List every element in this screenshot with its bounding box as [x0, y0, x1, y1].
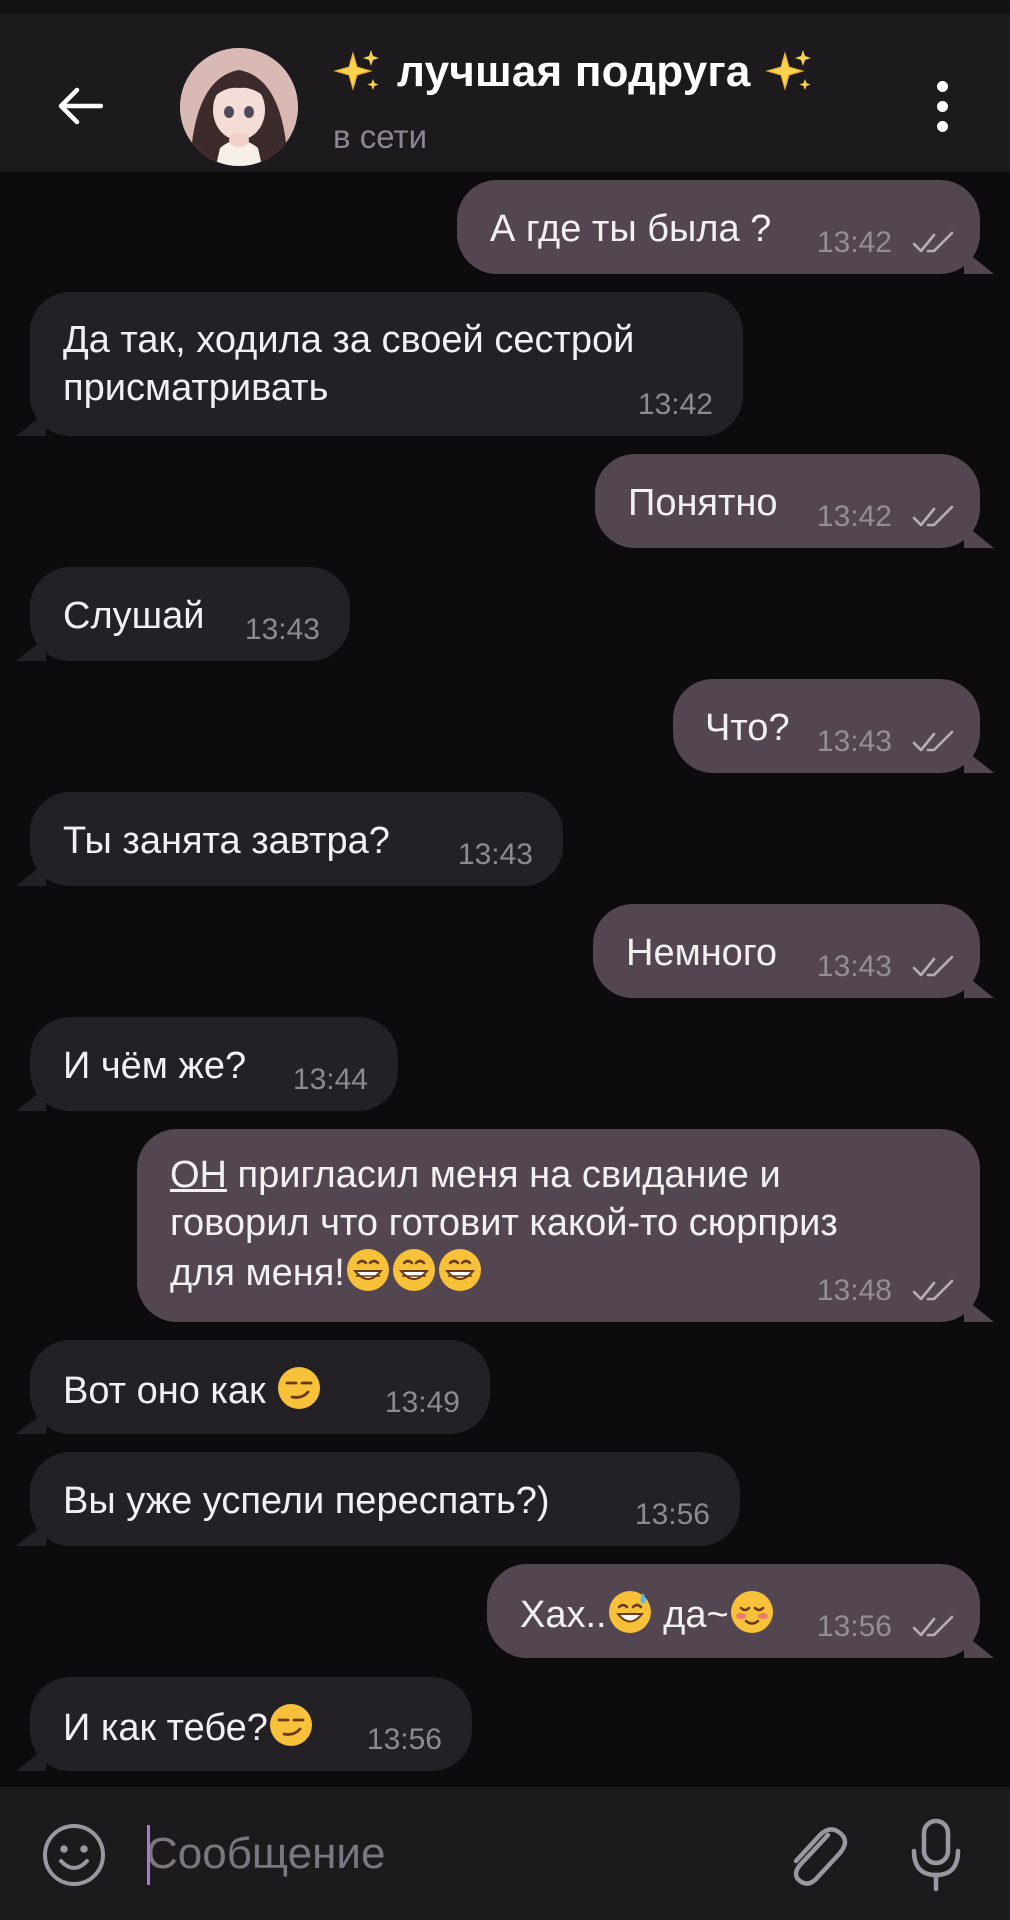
double-check-icon [912, 729, 956, 755]
double-check-icon [912, 504, 956, 530]
message-outgoing[interactable]: А где ты была ? 13:42 [457, 180, 980, 274]
message-time: 13:56 [366, 1723, 442, 1756]
message-time: 13:42 [637, 388, 713, 421]
message-text: Слушай [63, 595, 205, 637]
message-time: 13:43 [457, 838, 533, 871]
message-text: И как тебе? [63, 1702, 314, 1752]
emphasis-he: ОН [170, 1154, 227, 1196]
message-incoming[interactable]: Ты занята завтра? 13:43 [30, 792, 563, 886]
chat-title: лучшая подруга [397, 47, 751, 96]
attach-icon[interactable] [778, 1813, 850, 1895]
text-caret [147, 1825, 150, 1885]
message-text-line: говорил что готовит какой-то сюрприз [170, 1202, 838, 1244]
message-text: Понятно [628, 482, 778, 524]
message-outgoing[interactable]: ОН пригласил меня на свидание и говорил … [137, 1129, 980, 1322]
message-outgoing[interactable]: Немного 13:43 [593, 904, 980, 998]
message-time: 13:56 [634, 1498, 710, 1531]
smirk-emoji [268, 1702, 314, 1748]
avatar-image [180, 48, 298, 166]
sweat-smile-emoji [607, 1589, 653, 1635]
message-incoming[interactable]: И как тебе? 13:56 [30, 1677, 472, 1771]
avatar[interactable] [180, 48, 298, 166]
message-text: Немного [626, 932, 777, 974]
message-time: 13:48 [816, 1274, 892, 1307]
chat-title-group[interactable]: лучшая подруга [333, 42, 815, 102]
message-input[interactable] [146, 1813, 746, 1895]
message-text: Ты занята завтра? [63, 820, 390, 862]
microphone-icon[interactable] [900, 1813, 972, 1895]
message-text: Вы уже успели переспать?) [63, 1480, 550, 1522]
message-text: Что? [705, 707, 790, 749]
sparkles-icon [333, 47, 383, 97]
message-time: 13:56 [816, 1610, 892, 1643]
message-time: 13:43 [244, 613, 320, 646]
message-text: А где ты была ? [490, 208, 772, 250]
double-check-icon [912, 954, 956, 980]
message-incoming[interactable]: И чём же? 13:44 [30, 1017, 398, 1111]
message-outgoing[interactable]: Хах.. да~ 13:56 [487, 1564, 980, 1658]
double-check-icon [912, 1278, 956, 1304]
message-time: 13:44 [292, 1063, 368, 1096]
emoji-icon[interactable] [40, 1821, 108, 1889]
message-text: Вот оно как [63, 1365, 322, 1415]
message-incoming[interactable]: Слушай 13:43 [30, 567, 350, 661]
grin-emoji [345, 1247, 391, 1293]
online-status: в сети [333, 118, 428, 155]
message-time: 13:49 [384, 1386, 460, 1419]
message-text-line: для меня! [170, 1247, 483, 1297]
message-text-line: ОН пригласил меня на свидание и [170, 1154, 781, 1196]
message-text: Хах.. да~ [520, 1589, 775, 1639]
message-text: И чём же? [63, 1045, 247, 1087]
back-arrow-icon [58, 87, 103, 125]
status-bar [0, 0, 1010, 14]
more-vertical-icon [936, 80, 948, 92]
double-check-icon [912, 230, 956, 256]
message-composer [0, 1787, 1010, 1920]
blush-emoji [729, 1589, 775, 1635]
message-incoming[interactable]: Вы уже успели переспать?) 13:56 [30, 1452, 740, 1546]
message-time: 13:43 [816, 950, 892, 983]
message-outgoing[interactable]: Понятно 13:42 [595, 454, 980, 548]
grin-emoji [391, 1247, 437, 1293]
grin-emoji [437, 1247, 483, 1293]
message-outgoing[interactable]: Что? 13:43 [673, 679, 980, 773]
more-options-button[interactable] [920, 76, 964, 136]
message-incoming[interactable]: Вот оно как 13:49 [30, 1340, 490, 1434]
message-list[interactable]: А где ты была ? 13:42 Да так, ходила за … [0, 172, 1010, 1787]
message-time: 13:42 [816, 226, 892, 259]
sparkles-icon [765, 47, 815, 97]
message-time: 13:43 [816, 725, 892, 758]
message-incoming[interactable]: Да так, ходила за своей сестрой присматр… [30, 292, 743, 436]
message-text-line: Да так, ходила за своей сестрой [63, 319, 635, 361]
message-text-line: присматривать [63, 367, 329, 409]
message-time: 13:42 [816, 500, 892, 533]
smirk-emoji [276, 1365, 322, 1411]
chat-header: лучшая подруга в сети [0, 14, 1010, 172]
double-check-icon [912, 1614, 956, 1640]
back-button[interactable] [40, 66, 120, 146]
